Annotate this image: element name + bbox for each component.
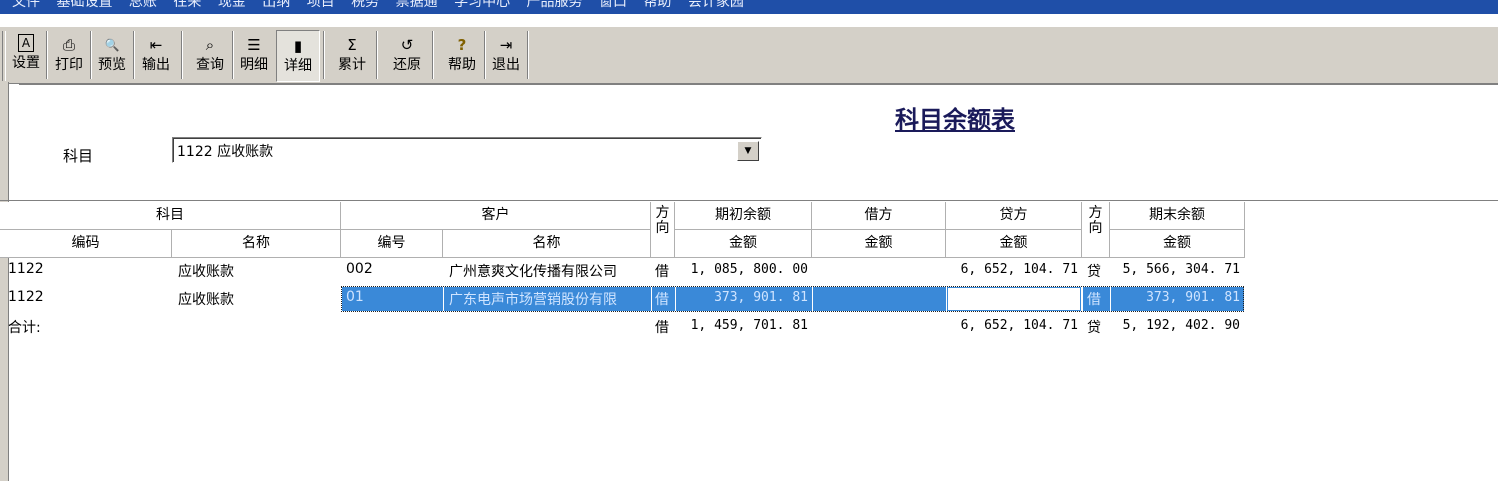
header-name: 名称 (172, 230, 341, 258)
header-customer-name: 名称 (443, 230, 651, 258)
toolbar-separator (527, 31, 529, 79)
help-icon: ? (457, 36, 467, 54)
menu-bills[interactable]: 票据通 (396, 0, 438, 10)
settings-button[interactable]: A 设置 (8, 30, 44, 80)
row-opening: 1, 085, 800. 00 (690, 262, 808, 277)
header-direction-1: 方向 (651, 202, 675, 258)
menu-cashier[interactable]: 出纳 (262, 0, 290, 10)
total-closing: 5, 192, 402. 90 (1122, 318, 1240, 333)
print-button[interactable]: ⎙ 打印 (50, 30, 88, 80)
row-code: 1122 (8, 289, 44, 305)
exit-icon: ⇥ (499, 36, 513, 54)
menu-basic-settings[interactable]: 基础设置 (56, 0, 112, 10)
detail-button[interactable]: ☰ 明细 (235, 30, 273, 80)
subject-select[interactable]: 1122 应收账款 ▼ (172, 137, 762, 163)
help-button[interactable]: ? 帮助 (442, 30, 482, 80)
total-direction-2: 贷 (1087, 320, 1101, 336)
total-opening: 1, 459, 701. 81 (690, 318, 808, 333)
menu-bar: 文件 基础设置 总账 往来 现金 出纳 项目 税务 票据通 学习中心 产品服务 … (0, 0, 1498, 14)
menu-file[interactable]: 文件 (12, 0, 40, 10)
subject-select-value: 1122 应收账款 (177, 144, 274, 160)
preview-icon: 🔍 (104, 38, 120, 52)
menu-project[interactable]: 项目 (307, 0, 335, 10)
sigma-icon: Σ (347, 36, 357, 54)
row-direction-1: 借 (655, 264, 669, 280)
row-credit: 6, 652, 104. 71 (960, 262, 1078, 277)
restore-icon: ↺ (400, 36, 414, 54)
header-closing-balance: 期末余额 (1110, 202, 1245, 230)
toolbar-separator (133, 31, 135, 79)
header-debit: 借方 (812, 202, 946, 230)
menu-help[interactable]: 帮助 (643, 0, 671, 10)
toolbar-separator (90, 31, 92, 79)
menu-transactions[interactable]: 往来 (173, 0, 201, 10)
full-detail-button[interactable]: ▮ 详细 (276, 30, 320, 82)
restore-button[interactable]: ↺ 还原 (386, 30, 428, 80)
header-credit: 贷方 (946, 202, 1082, 230)
row-name: 应收账款 (178, 292, 234, 308)
toolbar-separator (232, 31, 234, 79)
chevron-down-icon[interactable]: ▼ (737, 141, 759, 161)
query-button[interactable]: ⌕ 查询 (190, 30, 230, 80)
exit-button[interactable]: ⇥ 退出 (487, 30, 525, 80)
total-credit: 6, 652, 104. 71 (960, 318, 1078, 333)
preview-button[interactable]: 🔍 预览 (93, 30, 131, 80)
total-direction-1: 借 (655, 320, 669, 336)
header-customer: 客户 (341, 202, 651, 230)
toolbar-separator (46, 31, 48, 79)
detail-icon: ▮ (293, 37, 303, 55)
report-title: 科目余额表 (895, 106, 1015, 134)
header-credit-amount: 金额 (946, 230, 1082, 258)
header-customer-no: 编号 (341, 230, 443, 258)
toolbar-separator (181, 31, 183, 79)
export-button[interactable]: ⇤ 输出 (136, 30, 176, 80)
toolbar-separator (432, 31, 434, 79)
toolbar-separator (323, 31, 325, 79)
selection-focus-border (341, 286, 1244, 312)
header-subject: 科目 (0, 202, 341, 230)
toolbar-separator (484, 31, 486, 79)
menu-window[interactable]: 窗口 (599, 0, 627, 10)
row-code: 1122 (8, 261, 44, 277)
export-icon: ⇤ (149, 36, 163, 54)
header-debit-amount: 金额 (812, 230, 946, 258)
toolbar: A 设置 ⎙ 打印 🔍 预览 ⇤ 输出 ⌕ 查询 ☰ 明细 ▮ 详细 Σ 累计 … (0, 26, 1498, 84)
menu-learning[interactable]: 学习中心 (454, 0, 510, 10)
total-label: 合计: (8, 320, 41, 336)
toolbar-grip (2, 31, 6, 81)
cumulative-button[interactable]: Σ 累计 (332, 30, 372, 80)
header-opening-amount: 金额 (675, 230, 812, 258)
subject-label: 科目 (63, 147, 94, 165)
menu-tax[interactable]: 税务 (351, 0, 379, 10)
row-name: 应收账款 (178, 264, 234, 280)
list-icon: ☰ (247, 36, 261, 54)
header-closing-amount: 金额 (1110, 230, 1245, 258)
header-direction-2: 方向 (1082, 202, 1110, 258)
settings-icon: A (18, 34, 34, 52)
binoculars-icon: ⌕ (205, 36, 215, 54)
menu-products[interactable]: 产品服务 (527, 0, 583, 10)
grid-top-border (0, 200, 1498, 201)
row-closing: 5, 566, 304. 71 (1122, 262, 1240, 277)
header-opening-balance: 期初余额 (675, 202, 812, 230)
row-direction-2: 贷 (1087, 264, 1101, 280)
menu-general-ledger[interactable]: 总账 (129, 0, 157, 10)
menu-accounting-home[interactable]: 会计家园 (688, 0, 744, 10)
menu-cash[interactable]: 现金 (218, 0, 246, 10)
left-border (0, 82, 9, 481)
row-customer-name: 广州意爽文化传播有限公司 (449, 264, 617, 280)
printer-icon: ⎙ (62, 36, 75, 54)
toolbar-separator (376, 31, 378, 79)
header-code: 编码 (0, 230, 172, 258)
row-customer-no: 002 (346, 261, 373, 277)
